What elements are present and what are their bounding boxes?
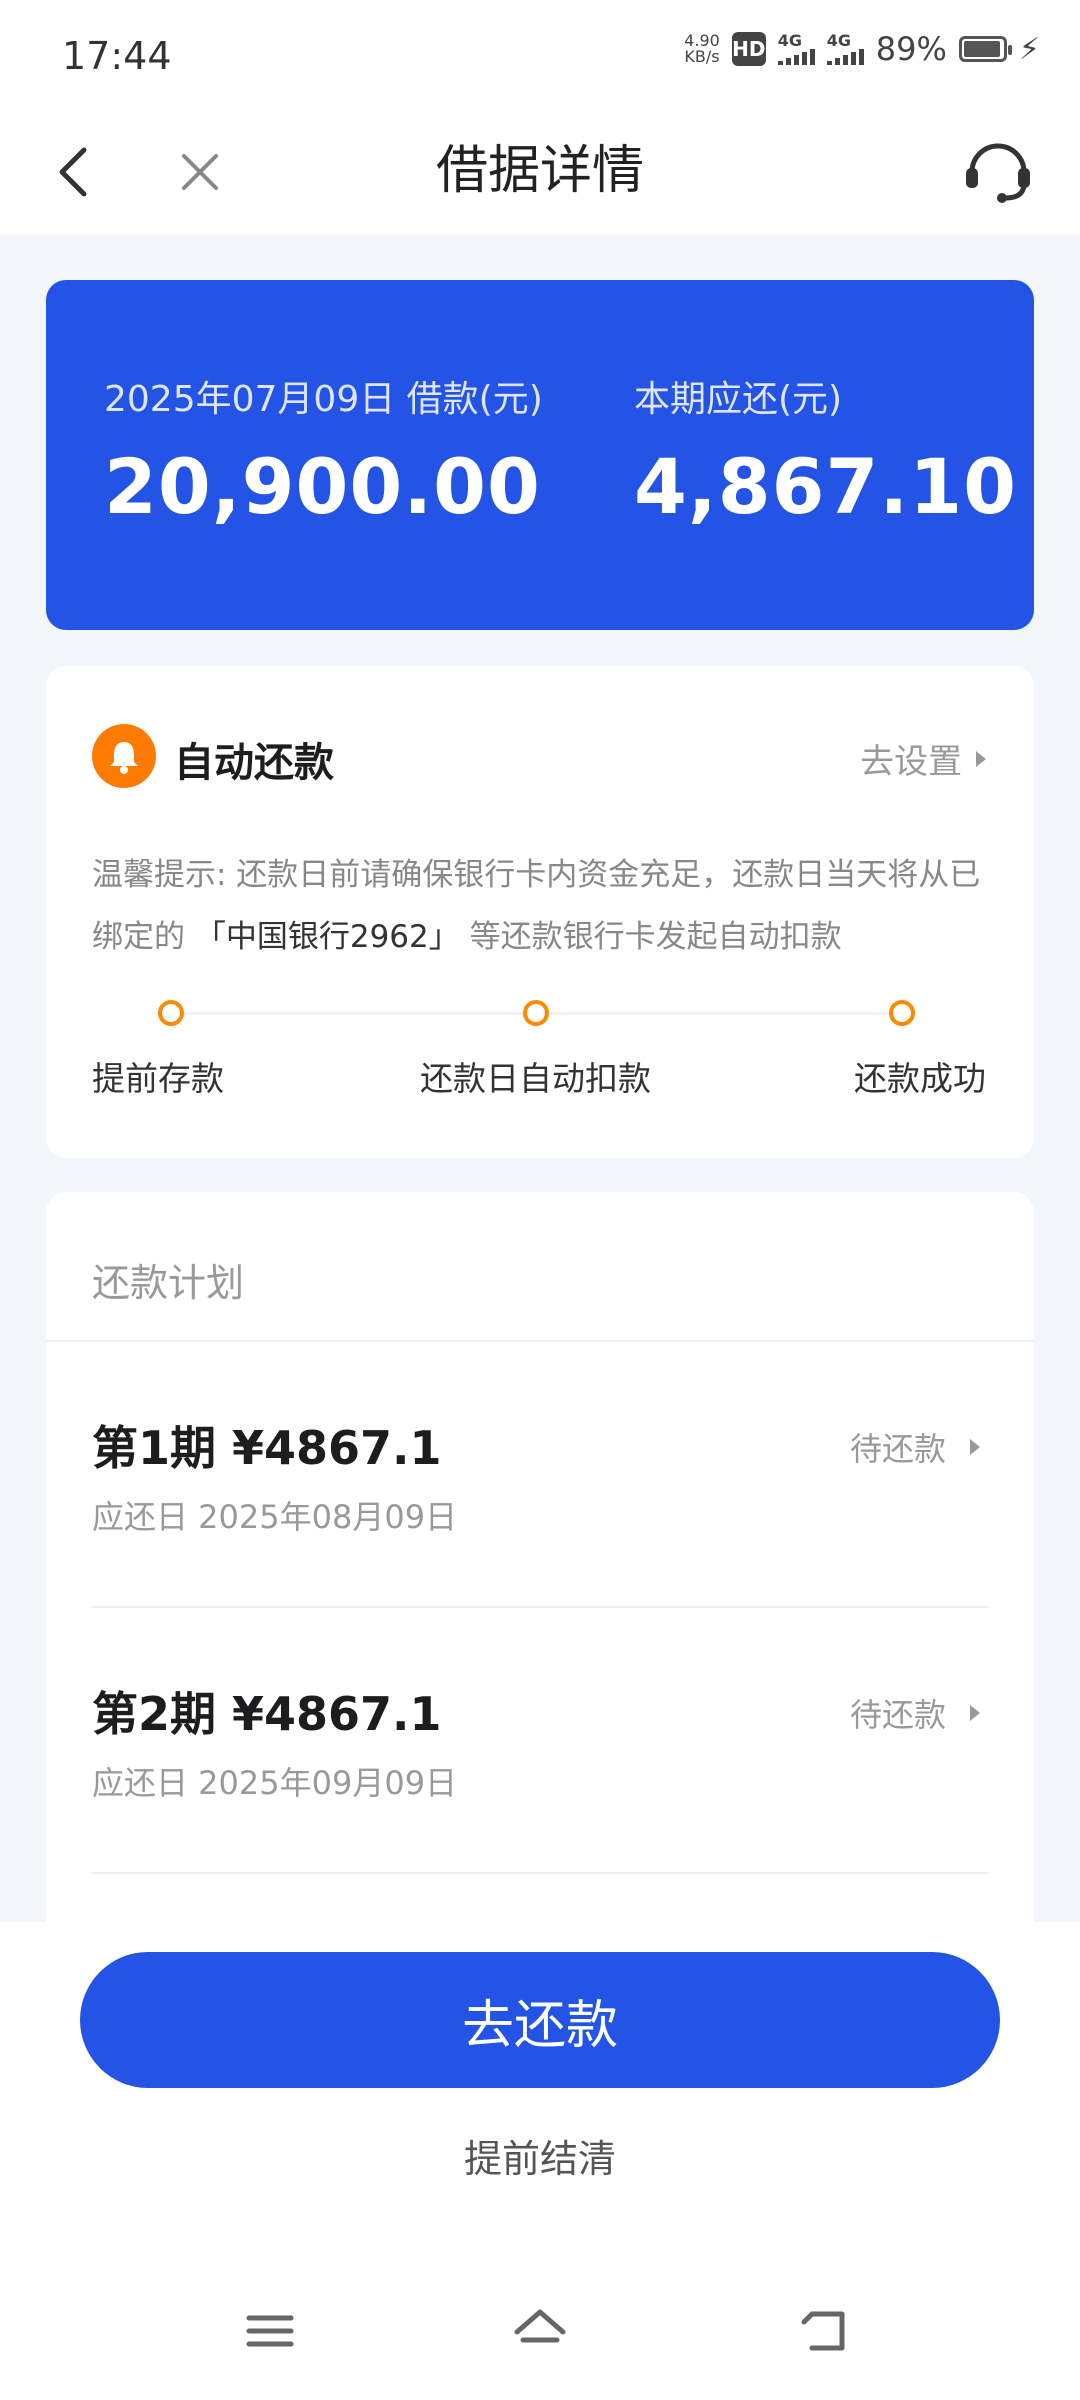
battery-icon bbox=[958, 36, 1012, 62]
charging-icon: ⚡ bbox=[1018, 31, 1040, 67]
repay-button[interactable]: 去还款 bbox=[80, 1952, 1000, 2088]
step-success: 还款成功 bbox=[854, 1059, 986, 1098]
battery-percent: 89% bbox=[875, 30, 947, 68]
auto-repay-title: 自动还款 bbox=[174, 740, 334, 786]
customer-service-icon[interactable] bbox=[956, 128, 1040, 212]
divider bbox=[92, 1872, 988, 1874]
bell-icon bbox=[92, 724, 156, 788]
installment-row[interactable]: 第1期 ¥4867.1 应还日 2025年08月09日 待还款 bbox=[92, 1342, 988, 1608]
network-speed-unit: KB/s bbox=[684, 47, 720, 66]
signal-icon-2: 4G bbox=[826, 31, 864, 65]
status-bar: 17:44 4.90 KB/s HD 4G 4G 89% ⚡ bbox=[0, 0, 1080, 110]
go-settings-label: 去设置 bbox=[860, 742, 962, 782]
due-amount-block: 本期应还(元) 4,867.10 bbox=[634, 370, 1017, 531]
installment-title: 第2期 ¥4867.1 bbox=[92, 1687, 442, 1741]
timeline-dot bbox=[158, 1000, 184, 1026]
return-icon[interactable] bbox=[790, 2296, 860, 2366]
step-deposit: 提前存款 bbox=[92, 1059, 224, 1098]
installment-status: 待还款 bbox=[850, 1690, 980, 1736]
installment-date: 应还日 2025年08月09日 bbox=[92, 1498, 458, 1536]
chevron-right-icon bbox=[970, 1705, 980, 1721]
menu-icon[interactable] bbox=[235, 2296, 305, 2366]
status-time: 17:44 bbox=[62, 34, 172, 78]
early-settle-link[interactable]: 提前结清 bbox=[0, 2128, 1080, 2183]
network-speed: 4.90 KB/s bbox=[684, 33, 720, 65]
loan-amount-block: 2025年07月09日 借款(元) 20,900.00 bbox=[104, 370, 543, 531]
auto-repay-card: 自动还款 去设置 温馨提示: 还款日前请确保银行卡内资金充足，还款日当天将从已绑… bbox=[46, 666, 1034, 1158]
signal-icon: 4G bbox=[777, 31, 815, 65]
repayment-plan-card: 还款计划 第1期 ¥4867.1 应还日 2025年08月09日 待还款 第2期… bbox=[46, 1192, 1034, 1932]
timeline-dot bbox=[523, 1000, 549, 1026]
due-amount: 4,867.10 bbox=[634, 442, 1018, 531]
signal-label: 4G bbox=[777, 31, 803, 50]
installment-title: 第1期 ¥4867.1 bbox=[92, 1421, 442, 1475]
installment-status-label: 待还款 bbox=[849, 1696, 946, 1734]
auto-repay-notice: 温馨提示: 还款日前请确保银行卡内资金充足，还款日当天将从已绑定的 「中国银行2… bbox=[92, 844, 992, 968]
loan-summary-card: 2025年07月09日 借款(元) 20,900.00 本期应还(元) 4,86… bbox=[46, 280, 1034, 630]
page-title: 借据详情 bbox=[435, 141, 644, 201]
step-auto-debit: 还款日自动扣款 bbox=[420, 1059, 651, 1098]
plan-header: 还款计划 bbox=[92, 1261, 245, 1305]
notice-bank: 「中国银行2962」 bbox=[194, 919, 460, 955]
installment-status: 待还款 bbox=[850, 1424, 980, 1470]
loan-date-label: 2025年07月09日 借款(元) bbox=[104, 379, 543, 420]
chevron-right-icon bbox=[976, 750, 986, 767]
bottom-action-area: 去还款 提前结清 bbox=[0, 1922, 1080, 2400]
go-settings-link[interactable]: 去设置 bbox=[860, 734, 986, 783]
nav-bar: 借据详情 bbox=[0, 110, 1080, 234]
status-indicators: 4.90 KB/s HD 4G 4G 89% ⚡ bbox=[684, 30, 1040, 68]
installment-row[interactable]: 第2期 ¥4867.1 应还日 2025年09月09日 待还款 bbox=[92, 1608, 988, 1874]
notice-suffix: 等还款银行卡发起自动扣款 bbox=[469, 919, 842, 955]
home-icon[interactable] bbox=[505, 2296, 575, 2366]
installment-status-label: 待还款 bbox=[849, 1430, 946, 1468]
hd-icon: HD bbox=[731, 32, 766, 66]
system-nav-bar bbox=[0, 2260, 1080, 2400]
timeline-dot bbox=[889, 1000, 915, 1026]
loan-amount: 20,900.00 bbox=[104, 442, 541, 531]
due-label: 本期应还(元) bbox=[634, 379, 843, 420]
installment-date: 应还日 2025年09月09日 bbox=[92, 1764, 458, 1802]
chevron-right-icon bbox=[970, 1439, 980, 1455]
signal-label-2: 4G bbox=[826, 31, 852, 50]
